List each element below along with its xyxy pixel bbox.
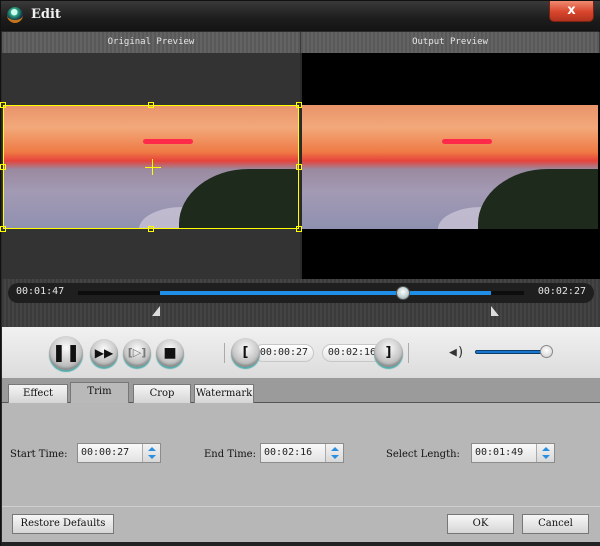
start-time-spinner[interactable]: 00:00:27 xyxy=(77,443,161,463)
spin-down-icon[interactable] xyxy=(148,455,156,459)
select-length-label: Select Length: xyxy=(386,449,460,460)
spin-up-icon[interactable] xyxy=(331,447,339,451)
edit-window: Edit x Original Preview Output Preview 0… xyxy=(0,0,600,546)
trim-end-marker[interactable] xyxy=(490,306,499,316)
volume-thumb[interactable] xyxy=(540,345,553,358)
bracket-right-icon: ] xyxy=(385,345,392,360)
window-title: Edit xyxy=(31,7,61,22)
current-time: 00:01:47 xyxy=(16,286,65,297)
spin-down-icon[interactable] xyxy=(542,455,550,459)
volume-slider[interactable] xyxy=(475,350,547,354)
timeline-track[interactable] xyxy=(78,286,524,300)
end-time-value[interactable]: 00:02:16 xyxy=(264,447,312,458)
original-preview-pane xyxy=(0,53,302,279)
crop-handle-left[interactable] xyxy=(0,164,6,170)
tab-bar: Effect Trim Crop Watermark xyxy=(2,379,600,404)
crop-handle-top-left[interactable] xyxy=(0,102,6,108)
crop-frame[interactable] xyxy=(0,102,302,232)
start-time-label: Start Time: xyxy=(10,449,68,460)
pause-icon: ❚❚ xyxy=(51,343,81,363)
end-time-spin-buttons[interactable] xyxy=(325,444,343,462)
timeline-bar: 00:01:47 00:02:27 xyxy=(8,283,594,303)
crop-handle-bottom[interactable] xyxy=(148,226,154,232)
next-frame-icon: [▷] xyxy=(127,346,147,359)
crosshair-icon[interactable] xyxy=(145,167,161,168)
video-cloud xyxy=(442,139,492,144)
close-button[interactable]: x xyxy=(549,1,594,22)
original-preview-label: Original Preview xyxy=(2,32,301,53)
volume-icon[interactable]: ◀) xyxy=(449,345,465,360)
crop-handle-top[interactable] xyxy=(148,102,154,108)
output-preview-pane xyxy=(302,53,600,279)
crosshair-icon-vertical[interactable] xyxy=(152,159,153,175)
end-time-display: 00:02:16 xyxy=(322,344,382,362)
separator xyxy=(224,343,225,363)
tab-watermark[interactable]: Watermark xyxy=(194,384,254,403)
tab-trim[interactable]: Trim xyxy=(70,382,129,404)
window-bottom-edge xyxy=(1,542,600,546)
select-length-spinner[interactable]: 00:01:49 xyxy=(471,443,555,463)
select-length-spin-buttons[interactable] xyxy=(536,444,554,462)
cancel-button[interactable]: Cancel xyxy=(522,514,589,534)
fast-forward-button[interactable]: ▶▶ xyxy=(90,339,118,367)
start-time-spin-buttons[interactable] xyxy=(142,444,160,462)
output-preview-label: Output Preview xyxy=(301,32,600,53)
end-time-label: End Time: xyxy=(204,449,256,460)
start-time-display: 00:00:27 xyxy=(254,344,314,362)
video-island xyxy=(478,169,598,229)
stop-button[interactable]: ■ xyxy=(156,339,184,367)
crop-handle-bottom-left[interactable] xyxy=(0,226,6,232)
playhead-thumb[interactable] xyxy=(395,286,410,300)
spin-down-icon[interactable] xyxy=(331,455,339,459)
select-length-value[interactable]: 00:01:49 xyxy=(475,447,523,458)
stop-icon: ■ xyxy=(163,345,177,361)
timeline-selection xyxy=(160,291,491,295)
preview-headers: Original Preview Output Preview xyxy=(2,32,600,53)
fast-forward-icon: ▶▶ xyxy=(94,346,114,360)
spin-up-icon[interactable] xyxy=(542,447,550,451)
total-time: 00:02:27 xyxy=(537,286,586,297)
separator xyxy=(408,343,409,363)
dialog-footer: Restore Defaults OK Cancel xyxy=(2,506,600,542)
title-bar[interactable]: Edit x xyxy=(1,1,600,31)
pause-button[interactable]: ❚❚ xyxy=(49,336,83,370)
playback-controls: ❚❚ ▶▶ [▷] ■ 00:00:27 [ 00:02:16 ] ◀) xyxy=(2,327,600,379)
set-start-button[interactable]: [ xyxy=(231,338,260,367)
app-logo-icon xyxy=(7,7,23,23)
bracket-left-icon: [ xyxy=(242,345,249,360)
output-video-frame xyxy=(302,105,598,229)
timeline: 00:01:47 00:02:27 xyxy=(2,279,600,327)
tab-crop[interactable]: Crop xyxy=(133,384,191,403)
restore-defaults-button[interactable]: Restore Defaults xyxy=(12,514,114,534)
next-frame-button[interactable]: [▷] xyxy=(123,339,151,367)
tab-effect[interactable]: Effect xyxy=(8,384,68,403)
ok-button[interactable]: OK xyxy=(447,514,514,534)
spin-up-icon[interactable] xyxy=(148,447,156,451)
end-time-spinner[interactable]: 00:02:16 xyxy=(260,443,344,463)
set-end-button[interactable]: ] xyxy=(374,338,403,367)
trim-start-marker[interactable] xyxy=(152,306,161,316)
start-time-value[interactable]: 00:00:27 xyxy=(81,447,129,458)
trim-panel: Start Time: 00:00:27 End Time: 00:02:16 … xyxy=(2,403,600,506)
